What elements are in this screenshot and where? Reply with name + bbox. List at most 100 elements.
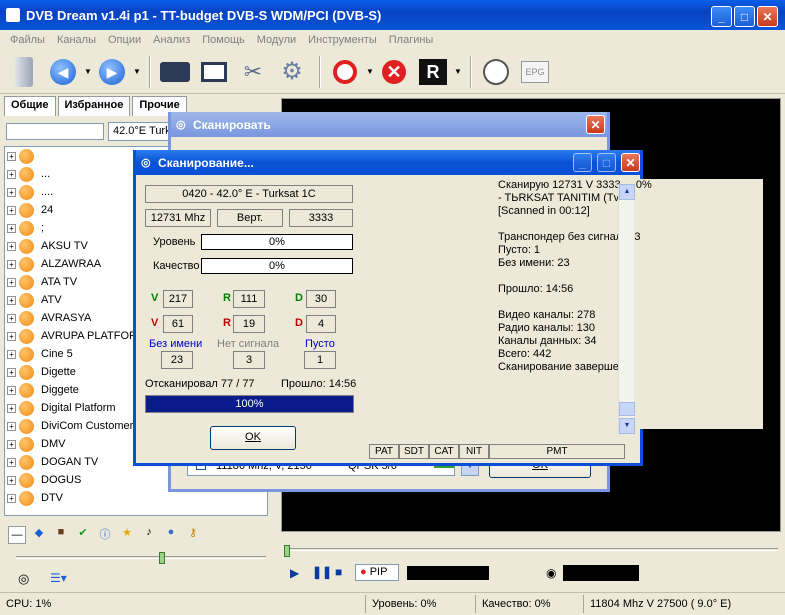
diamond-icon[interactable]: ◆ [30,526,48,544]
pmt-status: PMT [489,444,625,459]
menu-help[interactable]: Помощь [198,34,253,46]
device-icon[interactable] [6,55,42,89]
pip-record-icon: ● [360,566,367,578]
menu-files[interactable]: Файлы [6,34,53,46]
music-icon[interactable]: ♪ [140,526,158,544]
channel-name: AVRASYA [41,312,92,324]
expand-icon[interactable]: + [7,223,16,233]
menu-analysis[interactable]: Анализ [149,34,198,46]
maximize-button[interactable]: □ [734,6,755,27]
scroll-down-icon[interactable]: ▼ [619,418,635,434]
expand-icon[interactable]: + [7,475,16,485]
expand-icon[interactable]: + [7,421,16,431]
expand-icon[interactable]: + [7,187,16,197]
speaker-icon[interactable]: ◎ [18,571,29,587]
star-icon[interactable]: ★ [118,526,136,544]
channel-icon [19,292,34,308]
expand-icon[interactable]: + [7,367,16,377]
clock-icon[interactable] [478,55,514,89]
menu-tools[interactable]: Инструменты [304,34,385,46]
expand-icon[interactable]: + [7,403,16,413]
info-icon[interactable]: ⓘ [96,526,114,544]
expand-icon[interactable]: + [7,205,16,215]
menu-channels[interactable]: Каналы [53,34,104,46]
expand-icon[interactable]: + [7,241,16,251]
tv-icon[interactable] [157,55,193,89]
expand-icon[interactable]: + [7,457,16,467]
list-mode-icon[interactable]: ☰▾ [50,571,67,585]
expand-icon[interactable]: + [7,385,16,395]
expand-icon[interactable]: + [7,439,16,449]
record-dropdown-icon[interactable]: ▼ [366,67,376,76]
audio-icon[interactable]: ◉ [546,566,556,580]
film-icon[interactable]: ■ [52,526,70,544]
scan-window-close-button[interactable]: ✕ [586,115,605,134]
key-icon[interactable]: ⚷ [184,526,202,544]
scroll-thumb[interactable] [619,402,635,416]
expand-icon[interactable]: + [7,493,16,503]
scroll-up-icon[interactable]: ▲ [619,184,635,200]
forward-icon[interactable]: ▶ [94,55,130,89]
volume-slider-thumb[interactable] [159,552,165,564]
expand-icon[interactable]: + [7,331,16,341]
forward-dropdown-icon[interactable]: ▼ [133,67,143,76]
back-icon[interactable]: ◀ [45,55,81,89]
settings-gear-icon[interactable]: ⚙ [274,55,310,89]
close-button[interactable]: ✕ [757,6,778,27]
scan-window-icon: ◎ [176,119,186,131]
channel-search-input[interactable] [6,123,104,140]
menu-modules[interactable]: Модули [253,34,304,46]
scanning-ok-button[interactable]: OK [210,426,296,450]
channel-icon [19,202,34,218]
stop-icon[interactable]: ■ [335,565,342,579]
minimize-button[interactable]: _ [711,6,732,27]
satellite-select[interactable]: 42.0°E Turksat [108,122,172,141]
stop-record-icon[interactable]: ✕ [376,55,412,89]
expand-icon[interactable]: + [7,169,16,179]
epg-icon[interactable]: EPG [517,55,553,89]
collapse-icon[interactable]: — [8,526,26,544]
globe-icon[interactable]: ● [162,526,180,544]
expand-icon[interactable]: + [7,349,16,359]
channel-name: DOGAN TV [41,456,99,468]
scanning-maximize-button[interactable]: □ [597,153,616,172]
expand-icon[interactable]: + [7,313,16,323]
recorder-dropdown-icon[interactable]: ▼ [454,67,464,76]
seek-slider-track[interactable] [284,548,778,551]
pip-label: PIP [369,566,388,578]
channel-icon [19,166,34,182]
frequency-value: 12731 Mhz [145,209,211,227]
volume-slider-track[interactable] [16,556,266,559]
scanning-minimize-button[interactable]: _ [573,153,592,172]
radio-count-2: 19 [233,315,265,333]
check-icon[interactable]: ✔ [74,526,92,544]
tab-general[interactable]: Общие [4,96,56,116]
play-icon[interactable]: ▶ [290,566,299,580]
channel-name: 24 [41,204,54,216]
pause-icon[interactable]: ❚❚ [312,565,332,579]
screen-icon[interactable] [196,55,232,89]
radio-count-label: R [223,292,231,304]
sdt-status: SDT [399,444,429,459]
channel-name: DOGUS [41,474,82,486]
seek-slider-thumb[interactable] [284,545,290,557]
log-scrollbar[interactable]: ▲ ▼ [618,184,635,434]
menu-plugins[interactable]: Плагины [385,34,442,46]
expand-icon[interactable]: + [7,277,16,287]
expand-icon[interactable]: + [7,295,16,305]
recorder-icon[interactable]: R [415,55,451,89]
back-dropdown-icon[interactable]: ▼ [84,67,94,76]
data-count: 30 [306,290,336,308]
tab-favorites[interactable]: Избранное [57,96,131,116]
menu-options[interactable]: Опции [104,34,149,46]
scanning-icon: ◎ [141,157,151,169]
tools-icon[interactable]: ✂ [235,55,271,89]
record-icon[interactable] [327,55,363,89]
table-status: PAT SDT CAT NIT PMT [369,444,633,459]
channel-icon [19,238,34,254]
expand-icon[interactable]: + [7,151,16,161]
expand-icon[interactable]: + [7,259,16,269]
channel-tabs: Общие Избранное Прочие [4,96,189,116]
scanning-close-button[interactable]: ✕ [621,153,640,172]
pip-button[interactable]: ● PIP [355,564,399,581]
